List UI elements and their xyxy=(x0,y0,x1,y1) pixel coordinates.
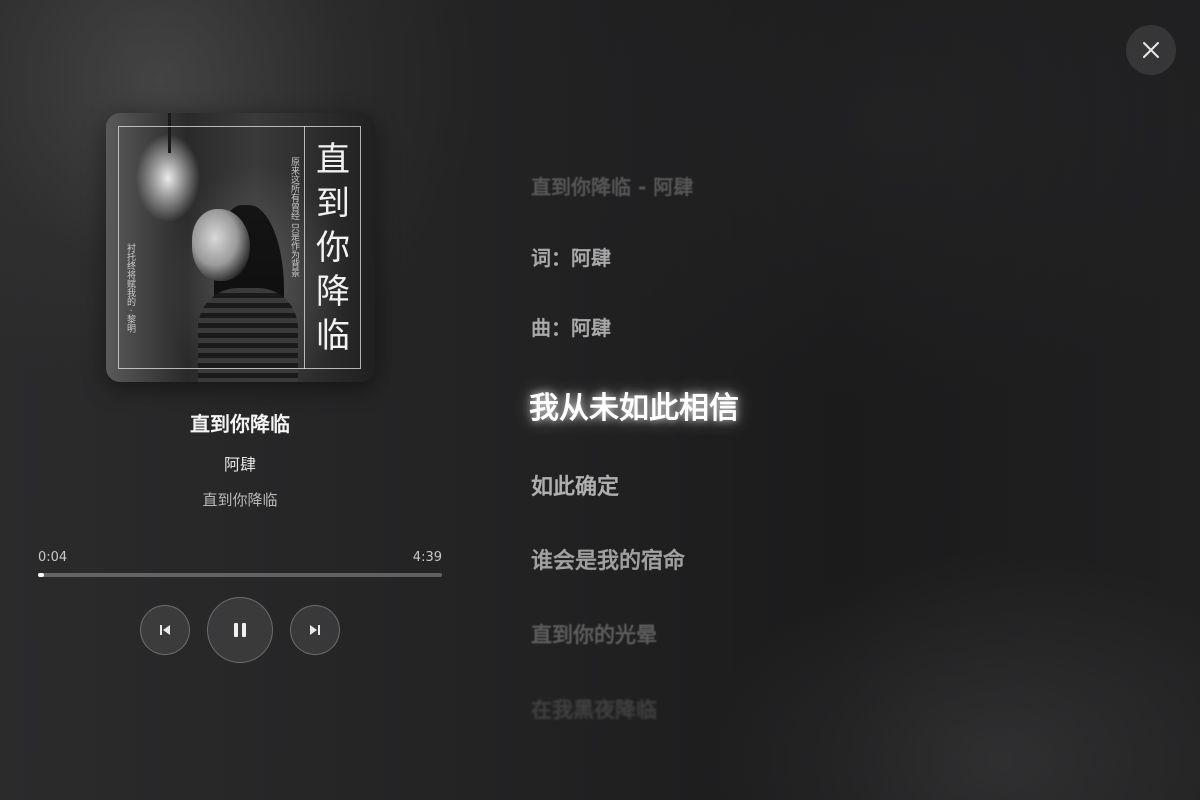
time-row: 0:04 4:39 xyxy=(38,550,442,565)
cover-title-char: 降 xyxy=(316,271,350,312)
lyric-line[interactable]: 直到你的光晕 xyxy=(531,619,657,649)
previous-button[interactable] xyxy=(140,605,190,655)
cover-title-char: 你 xyxy=(316,227,350,268)
current-time: 0:04 xyxy=(38,550,68,565)
cover-title-char: 直 xyxy=(316,139,350,180)
lyric-line[interactable]: 如此确定 xyxy=(531,469,619,501)
total-time: 4:39 xyxy=(412,550,442,565)
playback-controls xyxy=(38,597,442,663)
album-cover: 原来这所有曾经 只是作为背景 衬托终将赋我的 · 黎明 直 到 你 降 临 xyxy=(106,113,375,382)
skip-previous-icon xyxy=(160,625,170,635)
cover-title-char: 临 xyxy=(316,315,350,356)
lyric-line[interactable]: 词：阿肆 xyxy=(531,242,611,271)
cover-title-char: 到 xyxy=(316,183,350,224)
close-icon xyxy=(1143,42,1159,58)
lyric-line[interactable]: 直到你降临 - 阿肆 xyxy=(531,171,693,200)
cover-text-left: 衬托终将赋我的 · 黎明 xyxy=(125,243,135,333)
cover-text-right: 原来这所有曾经 只是作为背景 xyxy=(289,157,299,277)
pause-icon xyxy=(234,623,246,637)
close-button[interactable] xyxy=(1126,25,1176,75)
song-artist[interactable]: 阿肆 xyxy=(38,451,442,475)
lyric-line-active[interactable]: 我从未如此相信 xyxy=(529,383,739,427)
progress-bar[interactable] xyxy=(38,573,442,577)
lyric-line[interactable]: 谁会是我的宿命 xyxy=(531,543,685,575)
next-button[interactable] xyxy=(290,605,340,655)
lyric-line[interactable]: 在我黑夜降临 xyxy=(531,694,657,724)
cover-title: 直 到 你 降 临 xyxy=(304,126,361,369)
song-album[interactable]: 直到你降临 xyxy=(38,489,442,510)
pause-button[interactable] xyxy=(207,597,273,663)
skip-next-icon xyxy=(310,625,320,635)
lyric-line[interactable]: 曲：阿肆 xyxy=(531,312,611,341)
song-title: 直到你降临 xyxy=(190,412,290,436)
now-playing-panel: 原来这所有曾经 只是作为背景 衬托终将赋我的 · 黎明 直 到 你 降 临 直到… xyxy=(38,113,442,663)
progress-fill xyxy=(38,573,44,577)
